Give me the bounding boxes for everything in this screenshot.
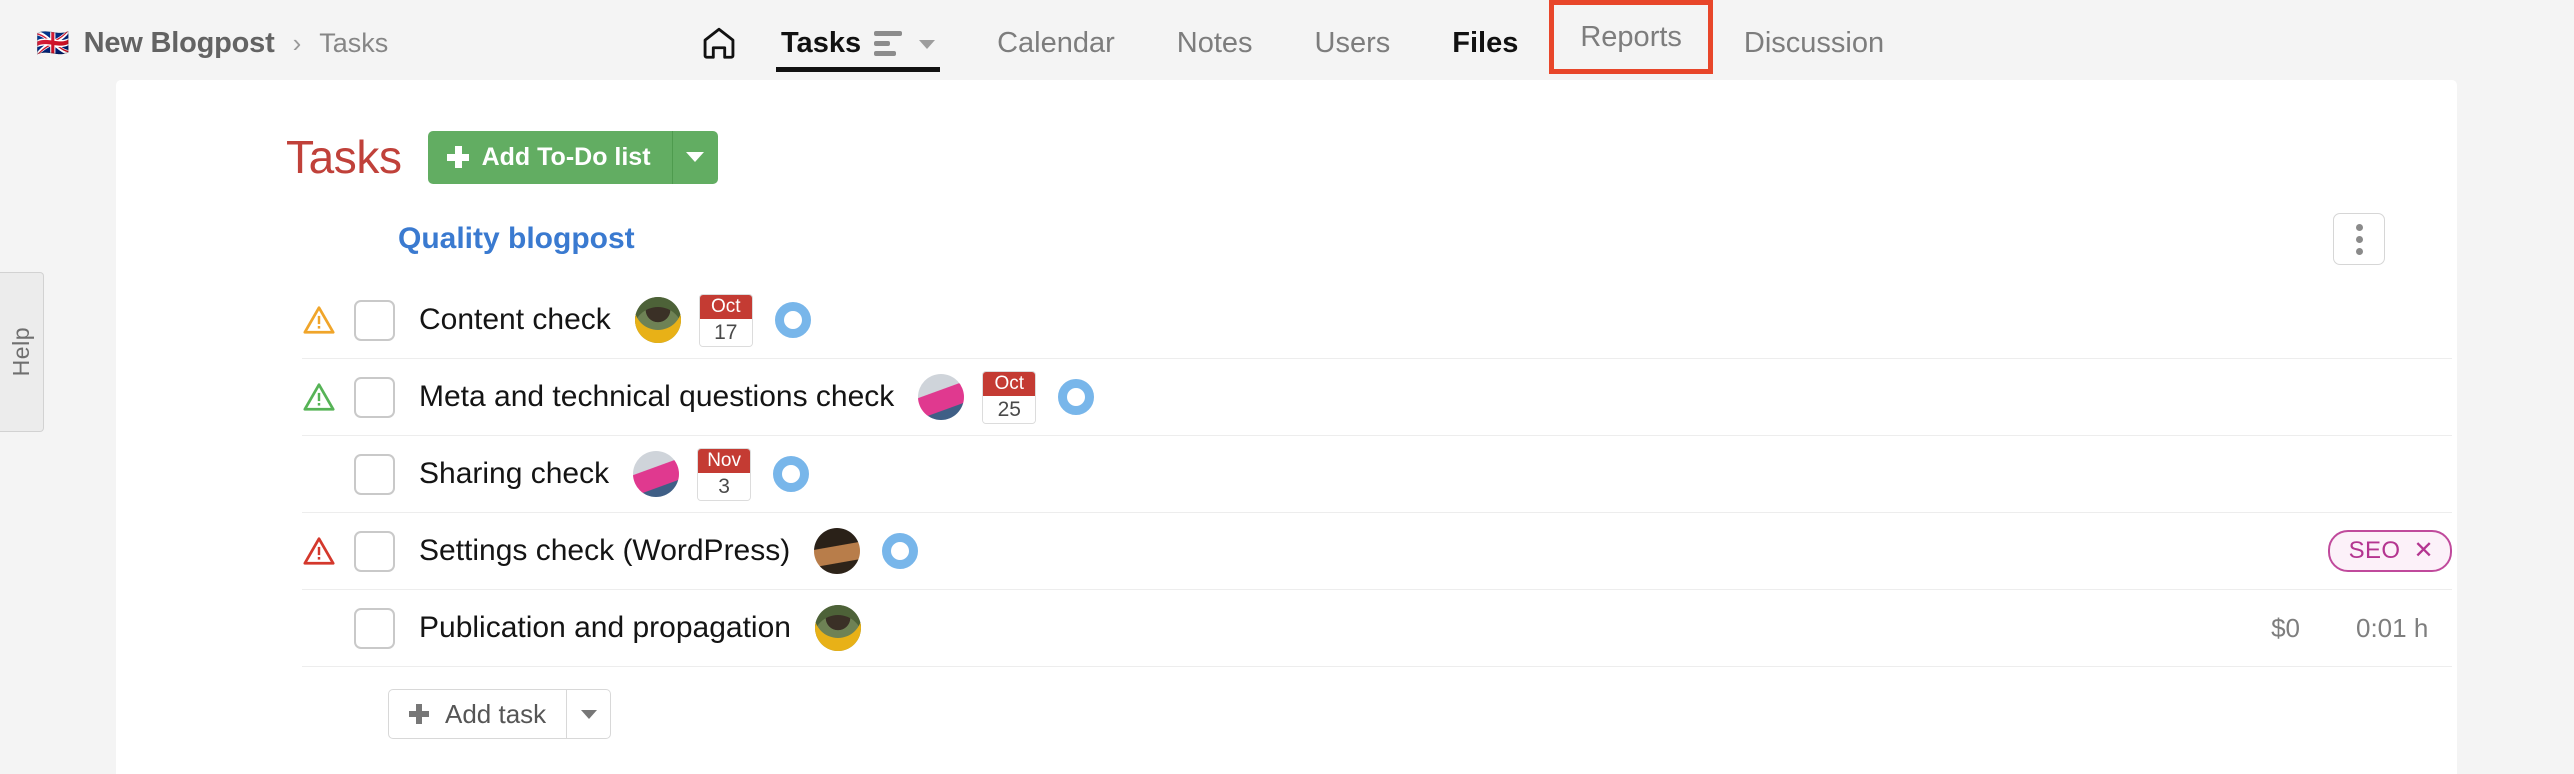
- add-todo-list-split-button: Add To-Do list: [427, 130, 718, 184]
- flag-icon: 🇬🇧: [36, 27, 70, 58]
- warning-cell: [302, 382, 354, 412]
- help-tab-label: Help: [8, 327, 34, 377]
- page-header: Tasks Add To-Do list: [116, 80, 2457, 184]
- chevron-down-icon: [580, 709, 597, 719]
- plus-icon: [446, 146, 469, 168]
- task-row-right: SEO ✕: [2327, 513, 2452, 589]
- chevron-right-icon: ›: [292, 27, 302, 58]
- tab-users-label: Users: [1314, 26, 1391, 59]
- warning-triangle-icon: [303, 537, 335, 565]
- task-name: Publication and propagation: [419, 611, 791, 644]
- main-navigation: Tasks Calendar Notes Users Files Reports…: [688, 0, 1915, 86]
- task-row[interactable]: Meta and technical questions check Oct 2…: [302, 359, 2452, 436]
- help-tab[interactable]: Help: [0, 272, 44, 432]
- breadcrumb-project-link[interactable]: New Blogpost: [84, 27, 275, 60]
- due-date-month: Oct: [699, 294, 752, 319]
- task-checkbox[interactable]: [354, 453, 395, 495]
- breadcrumb-current: Tasks: [319, 27, 389, 58]
- task-time: 0:01 h: [2356, 612, 2429, 643]
- breadcrumb: 🇬🇧 New Blogpost › Tasks: [36, 27, 388, 60]
- task-checkbox[interactable]: [354, 530, 395, 572]
- start-timer-icon[interactable]: [882, 533, 919, 569]
- task-name: Settings check (WordPress): [419, 534, 791, 567]
- home-icon[interactable]: [688, 0, 750, 86]
- due-date-badge[interactable]: Oct 25: [982, 370, 1037, 424]
- task-checkbox[interactable]: [354, 607, 395, 649]
- avatar[interactable]: [814, 605, 861, 651]
- task-row[interactable]: Publication and propagation $0 0:01 h: [302, 590, 2452, 667]
- dot-icon: [2355, 223, 2363, 231]
- tab-calendar-label: Calendar: [997, 26, 1115, 59]
- app-root: 🇬🇧 New Blogpost › Tasks Tasks Calendar N…: [0, 0, 2574, 774]
- task-name: Content check: [419, 303, 611, 336]
- due-date-month: Oct: [983, 371, 1036, 396]
- add-task-label: Add task: [445, 698, 547, 729]
- add-task-button[interactable]: Add task: [388, 689, 568, 739]
- tab-users[interactable]: Users: [1284, 0, 1422, 86]
- avatar[interactable]: [633, 451, 680, 497]
- dot-icon: [2355, 235, 2363, 243]
- tag-seo-label: SEO: [2348, 537, 2401, 564]
- warning-triangle-icon: [303, 383, 335, 411]
- warning-cell: [302, 305, 354, 335]
- due-date-badge[interactable]: Oct 17: [698, 293, 753, 347]
- task-row-right: $0 0:01 h: [2271, 590, 2452, 666]
- tab-notes-label: Notes: [1176, 26, 1253, 59]
- dot-icon: [2355, 247, 2363, 255]
- avatar[interactable]: [814, 528, 861, 574]
- warning-triangle-icon: [303, 306, 335, 334]
- more-options-button[interactable]: [2333, 213, 2385, 265]
- add-todo-list-dropdown-button[interactable]: [672, 130, 718, 184]
- tab-tasks[interactable]: Tasks: [750, 0, 966, 86]
- due-date-day: 17: [699, 318, 752, 346]
- tab-files-label: Files: [1452, 26, 1519, 59]
- page-title: Tasks: [286, 131, 402, 183]
- task-row[interactable]: Content check Oct 17: [302, 282, 2452, 359]
- tab-files[interactable]: Files: [1421, 0, 1549, 86]
- tab-tasks-label: Tasks: [781, 26, 862, 59]
- avatar[interactable]: [634, 297, 681, 343]
- due-date-day: 25: [983, 395, 1036, 423]
- add-todo-list-label: Add To-Do list: [481, 142, 651, 171]
- tab-discussion[interactable]: Discussion: [1713, 0, 1915, 86]
- due-date-month: Nov: [698, 448, 751, 473]
- todo-list-title[interactable]: Quality blogpost: [398, 222, 2457, 256]
- task-name: Sharing check: [419, 457, 610, 490]
- start-timer-icon[interactable]: [1058, 379, 1095, 415]
- start-timer-icon[interactable]: [773, 456, 810, 492]
- tab-calendar[interactable]: Calendar: [966, 0, 1146, 86]
- avatar[interactable]: [918, 374, 965, 420]
- start-timer-icon[interactable]: [774, 302, 811, 338]
- tab-notes[interactable]: Notes: [1146, 0, 1284, 86]
- task-checkbox[interactable]: [354, 299, 395, 341]
- chevron-down-icon[interactable]: [919, 39, 936, 49]
- tab-discussion-label: Discussion: [1743, 26, 1885, 59]
- task-name: Meta and technical questions check: [419, 380, 895, 413]
- tab-reports-label: Reports: [1580, 20, 1682, 53]
- plus-icon: [409, 704, 429, 724]
- tab-reports[interactable]: Reports: [1549, 0, 1713, 74]
- add-todo-list-button[interactable]: Add To-Do list: [427, 130, 673, 184]
- task-cost: $0: [2271, 612, 2300, 643]
- add-task-split-button: Add task: [388, 689, 2457, 739]
- warning-cell: [302, 536, 354, 566]
- top-bar: 🇬🇧 New Blogpost › Tasks Tasks Calendar N…: [0, 0, 2574, 86]
- task-row[interactable]: Settings check (WordPress) SEO ✕: [302, 513, 2452, 590]
- chevron-down-icon: [686, 152, 705, 162]
- task-checkbox[interactable]: [354, 376, 395, 418]
- task-list: Content check Oct 17 Meta and technical …: [302, 282, 2452, 667]
- due-date-day: 3: [698, 472, 751, 500]
- list-view-icon[interactable]: [874, 30, 903, 56]
- close-icon[interactable]: ✕: [2413, 539, 2434, 563]
- content-card: Tasks Add To-Do list Quality blogpost Co…: [116, 80, 2457, 774]
- tag-seo[interactable]: SEO ✕: [2327, 530, 2452, 572]
- due-date-badge[interactable]: Nov 3: [697, 447, 752, 501]
- add-task-dropdown-button[interactable]: [567, 689, 612, 739]
- task-row[interactable]: Sharing check Nov 3: [302, 436, 2452, 513]
